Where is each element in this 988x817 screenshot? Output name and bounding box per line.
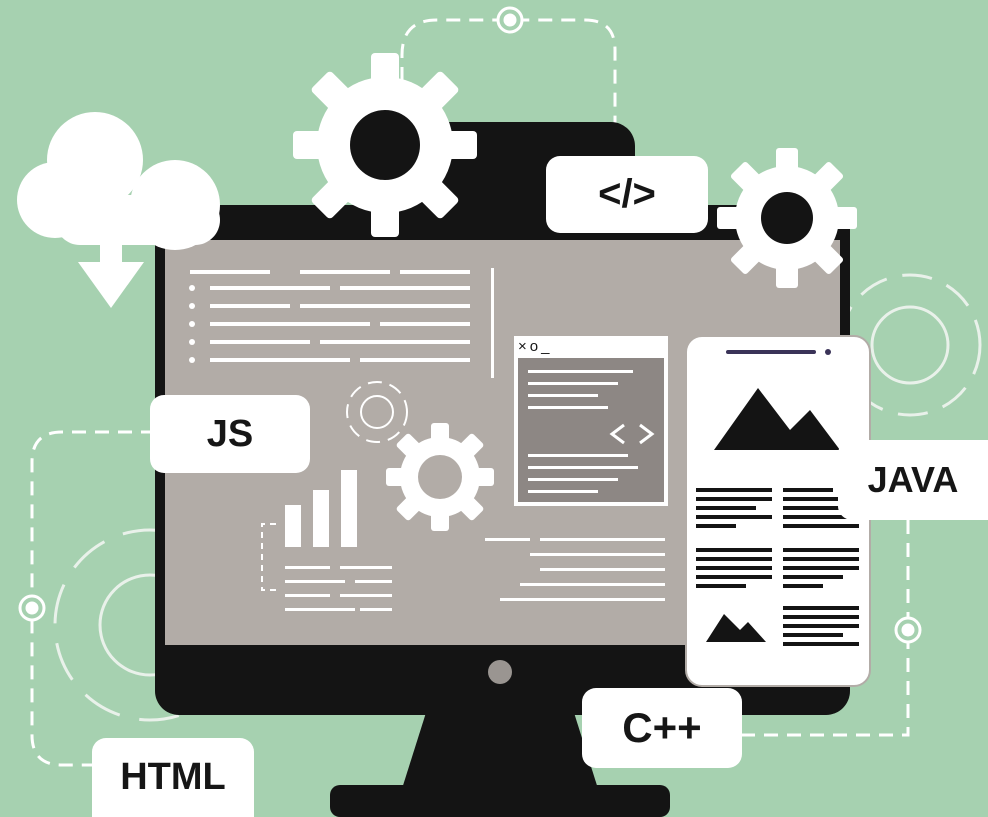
html-tag: HTML (92, 738, 254, 817)
gear-icon (386, 423, 494, 531)
js-tag: JS (150, 395, 310, 473)
window-controls: ×o_ (518, 338, 553, 355)
java-tag: JAVA (838, 440, 988, 520)
monitor-base (330, 785, 670, 817)
gear-icon (293, 53, 477, 237)
cpp-tag: C++ (582, 688, 742, 768)
code-tag: </> (546, 156, 708, 233)
power-button (488, 660, 512, 684)
illustration-canvas (17, 6, 982, 817)
illustration-stage: ×o_ </> JS JAVA C++ HTML (0, 0, 988, 817)
gear-icon (717, 148, 857, 288)
